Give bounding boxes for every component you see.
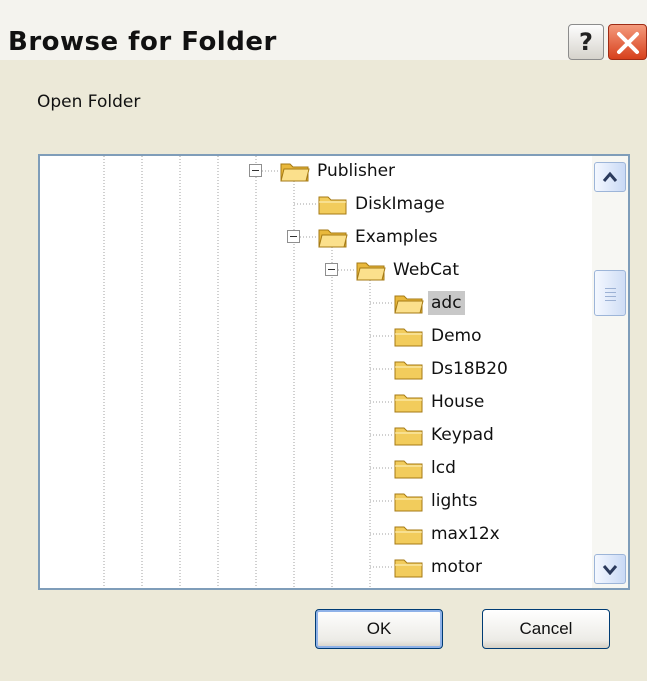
tree-item-label: House [431,392,485,412]
folder-tree[interactable]: Publisher DiskImage Examples WebCat adc … [38,154,630,590]
tree-item-label: Demo [431,326,482,346]
tree-item-examples[interactable]: Examples [318,223,441,251]
tree-item-label: DiskImage [355,194,445,214]
prompt-label: Open Folder [37,92,141,112]
folder-open-icon [280,163,310,182]
tree-item-motor[interactable]: motor [394,553,485,581]
vertical-scrollbar[interactable] [592,156,628,588]
collapse-toggle-publisher[interactable] [249,164,262,177]
tree-item-label: Ds18B20 [431,359,508,379]
folder-icon [394,493,423,512]
folder-icon [318,196,347,215]
tree-item-label: WebCat [393,260,460,280]
cancel-button[interactable]: Cancel [482,609,610,649]
folder-open-icon [318,229,348,248]
tree-item-adc[interactable]: adc [394,289,465,317]
folder-icon [394,559,423,578]
tree-item-keypad[interactable]: Keypad [394,421,497,449]
browse-for-folder-dialog: Browse for Folder ? Open Folder Publishe… [0,0,647,681]
tree-item-label: Publisher [317,161,396,181]
tree-item-diskimage[interactable]: DiskImage [318,190,448,218]
ok-button[interactable]: OK [315,609,443,649]
help-button[interactable]: ? [568,24,604,60]
folder-open-icon [394,295,424,314]
folder-icon [394,361,423,380]
title-bar[interactable]: Browse for Folder ? [0,0,647,60]
tree-item-label: max12x [431,524,500,544]
folder-icon [394,328,423,347]
close-x-icon [617,32,639,54]
collapse-toggle-webcat[interactable] [325,263,338,276]
dialog-title: Browse for Folder [8,27,277,57]
tree-guide-lines [103,156,394,588]
tree-item-lcd[interactable]: lcd [394,454,459,482]
tree-item-webcat[interactable]: WebCat [356,256,462,284]
folder-icon [394,394,423,413]
chevron-up-icon [602,171,618,182]
close-button[interactable] [608,24,647,60]
tree-item-lights[interactable]: lights [394,487,481,515]
tree-item-ds18b20[interactable]: Ds18B20 [394,355,511,383]
tree-item-label: motor [431,557,483,577]
tree-item-publisher[interactable]: Publisher [280,157,398,185]
tree-item-demo[interactable]: Demo [394,322,485,350]
folder-icon [394,526,423,545]
chevron-down-icon [602,565,618,575]
scroll-thumb[interactable] [594,270,626,316]
folder-open-icon [356,262,386,281]
tree-item-house[interactable]: House [394,388,487,416]
tree-item-label: Keypad [431,425,494,445]
folder-icon [394,427,423,446]
scroll-down-button[interactable] [594,554,626,584]
help-icon: ? [579,28,593,56]
tree-item-max12x[interactable]: max12x [394,520,503,548]
tree-item-label: lcd [431,458,456,478]
tree-item-label: lights [431,491,478,511]
tree-item-label: adc [428,291,465,315]
tree-item-label: Examples [355,227,438,247]
folder-icon [394,460,423,479]
scroll-up-button[interactable] [594,162,626,192]
collapse-toggle-examples[interactable] [287,230,300,243]
